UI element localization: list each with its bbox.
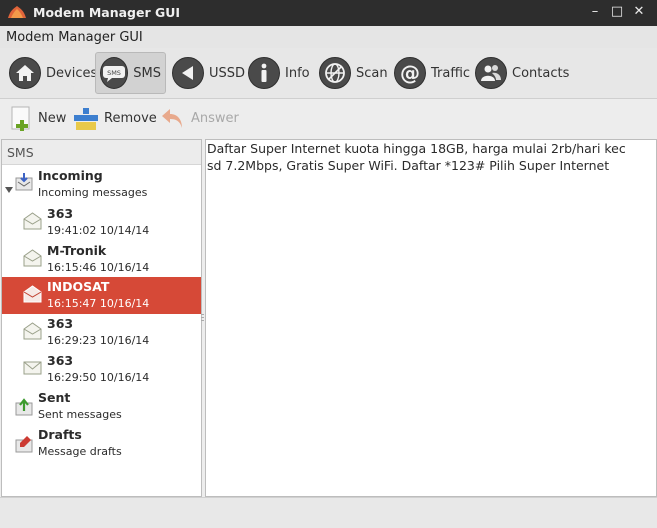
ussd-back-icon xyxy=(172,57,204,89)
title-bar: Modem Manager GUI – □ ✕ xyxy=(0,0,657,26)
scan-button[interactable]: Scan xyxy=(315,52,392,94)
scan-label: Scan xyxy=(356,65,388,81)
devices-label: Devices xyxy=(46,65,98,81)
message-sender: M-Tronik xyxy=(47,243,107,258)
message-time: 16:15:47 10/16/14 xyxy=(47,297,150,310)
envelope-open-icon xyxy=(23,321,42,343)
home-icon xyxy=(9,57,41,89)
contacts-label: Contacts xyxy=(512,65,570,81)
folder-title: Drafts xyxy=(38,427,82,442)
maximize-button[interactable]: □ xyxy=(609,4,625,20)
sms-icon: SMS xyxy=(100,57,129,89)
message-sender: INDOSAT xyxy=(47,279,110,294)
message-time: 16:29:50 10/16/14 xyxy=(47,371,150,384)
sms-toolbar: New Remove Answer xyxy=(0,99,657,137)
window-title: Modem Manager GUI xyxy=(33,5,181,20)
folder-title: Sent xyxy=(38,390,71,405)
app-logo-icon xyxy=(7,5,27,22)
envelope-open-icon xyxy=(23,284,42,306)
expander-arrow-icon[interactable] xyxy=(5,181,13,196)
message-sender: 363 xyxy=(47,316,74,331)
info-button[interactable]: Info xyxy=(244,52,314,94)
sms-label: SMS xyxy=(133,65,161,81)
remove-icon xyxy=(74,108,98,130)
folder-incoming[interactable]: Incoming Incoming messages xyxy=(2,167,201,204)
info-label: Info xyxy=(285,65,310,81)
status-bar xyxy=(0,497,657,528)
message-sender: 363 xyxy=(47,206,74,221)
message-item-selected[interactable]: INDOSAT 16:15:47 10/16/14 xyxy=(2,277,201,314)
app-menu[interactable]: Modem Manager GUI xyxy=(6,30,143,45)
at-sign-icon: @ xyxy=(394,57,426,89)
ussd-label: USSD xyxy=(209,65,246,81)
folder-sent[interactable]: Sent Sent messages xyxy=(2,389,201,426)
sms-folder-tree: SMS Incoming Incoming messages 363 19:41… xyxy=(1,139,202,497)
new-label: New xyxy=(38,110,67,126)
message-time: 19:41:02 10/14/14 xyxy=(47,224,150,237)
answer-label: Answer xyxy=(191,110,239,126)
outbox-icon xyxy=(14,397,34,420)
envelope-open-icon xyxy=(23,248,42,270)
folder-subtitle: Message drafts xyxy=(38,445,122,458)
message-body: Daftar Super Internet kuota hingga 18GB,… xyxy=(207,141,626,173)
minimize-button[interactable]: – xyxy=(587,4,603,20)
main-toolbar: Devices SMS SMS USSD Info Scan @ Traffic… xyxy=(0,48,657,99)
menu-bar: Modem Manager GUI xyxy=(0,26,657,48)
envelope-closed-icon xyxy=(23,360,42,379)
contacts-icon xyxy=(475,57,507,89)
devices-button[interactable]: Devices xyxy=(5,52,101,94)
folder-subtitle: Sent messages xyxy=(38,408,122,421)
folder-title: Incoming xyxy=(38,168,103,183)
close-button[interactable]: ✕ xyxy=(631,4,647,20)
new-document-icon xyxy=(11,106,30,131)
folder-subtitle: Incoming messages xyxy=(38,186,148,199)
globe-scan-icon xyxy=(319,57,351,89)
message-time: 16:29:23 10/16/14 xyxy=(47,334,150,347)
message-item[interactable]: 363 19:41:02 10/14/14 xyxy=(2,204,201,241)
message-time: 16:15:46 10/16/14 xyxy=(47,261,150,274)
contacts-button[interactable]: Contacts xyxy=(471,52,573,94)
message-item[interactable]: M-Tronik 16:15:46 10/16/14 xyxy=(2,241,201,278)
new-message-button[interactable]: New xyxy=(11,104,66,132)
message-item[interactable]: 363 16:29:50 10/16/14 xyxy=(2,351,201,388)
svg-text:SMS: SMS xyxy=(107,69,121,77)
folder-drafts[interactable]: Drafts Message drafts xyxy=(2,426,201,463)
traffic-label: Traffic xyxy=(431,65,471,81)
message-view[interactable]: Daftar Super Internet kuota hingga 18GB,… xyxy=(205,139,657,497)
remove-label: Remove xyxy=(104,110,157,126)
tree-header-label: SMS xyxy=(7,145,34,160)
message-item[interactable]: 363 16:29:23 10/16/14 xyxy=(2,314,201,351)
traffic-button[interactable]: @ Traffic xyxy=(390,52,474,94)
envelope-open-icon xyxy=(23,211,42,233)
reply-icon xyxy=(162,109,182,128)
answer-message-button[interactable]: Answer xyxy=(160,104,239,132)
ussd-button[interactable]: USSD xyxy=(168,52,249,94)
info-icon xyxy=(248,57,280,89)
remove-message-button[interactable]: Remove xyxy=(73,104,157,132)
sms-button[interactable]: SMS SMS xyxy=(95,52,166,94)
message-sender: 363 xyxy=(47,353,74,368)
tree-header: SMS xyxy=(2,140,201,165)
inbox-icon xyxy=(14,173,34,196)
drafts-icon xyxy=(14,434,34,457)
